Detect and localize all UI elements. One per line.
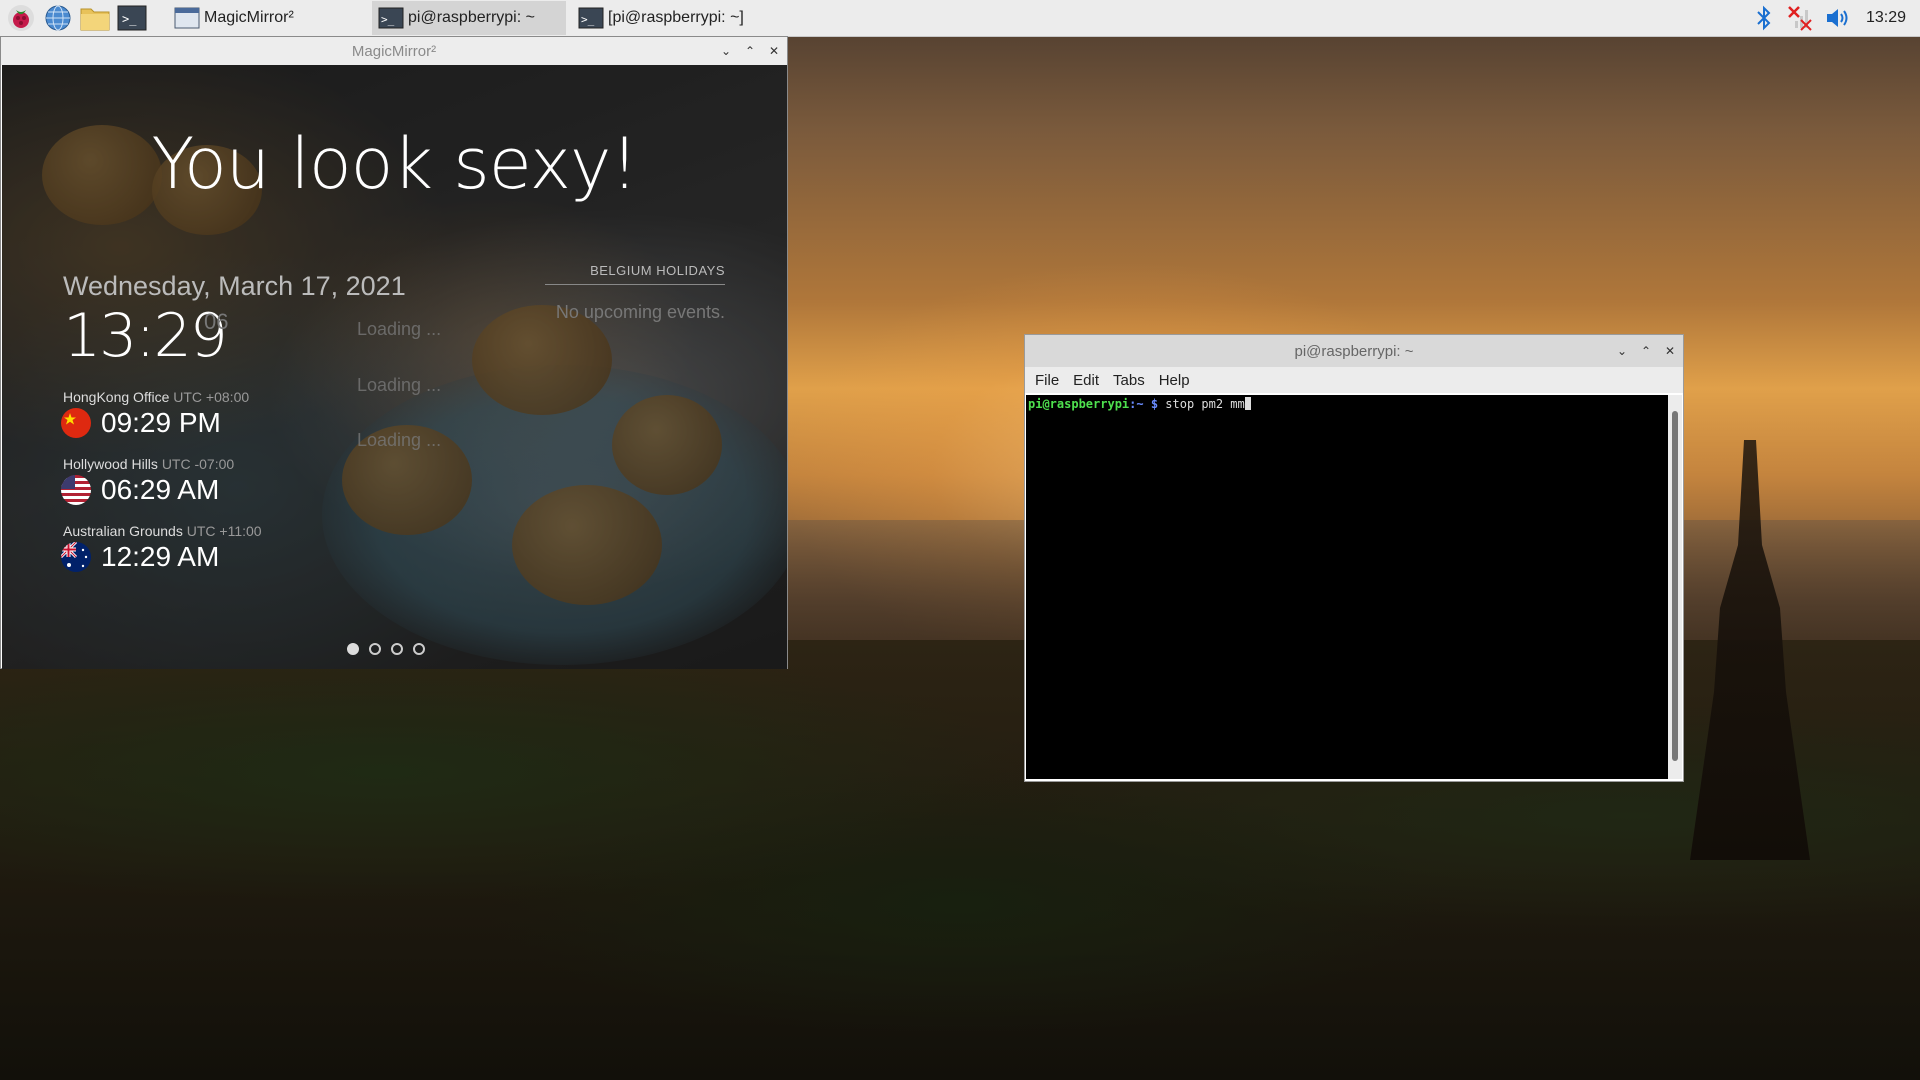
task-label: [pi@raspberrypi: ~]: [608, 9, 744, 26]
window-title: MagicMirror²: [351, 42, 437, 60]
volume-icon[interactable]: [1822, 2, 1854, 34]
world-clock-offset: UTC +11:00: [186, 523, 262, 539]
world-clock-label: Hollywood Hills UTC -07:00: [63, 456, 234, 472]
magicmirror-window: MagicMirror² ⌄ ⌃ ✕ You look sexy! Wednes…: [0, 36, 788, 669]
loading-text: Loading ...: [357, 430, 442, 450]
maximize-icon[interactable]: ⌃: [743, 44, 757, 58]
world-clock-offset: UTC -07:00: [161, 456, 235, 472]
prompt-user: pi@raspberrypi: [1028, 397, 1130, 411]
world-clock-offset: UTC +08:00: [173, 389, 250, 405]
clock-seconds: 06: [204, 309, 229, 334]
page-indicator: [347, 643, 425, 655]
world-clock-time-row: 09:29 PM: [61, 407, 221, 439]
window-title: pi@raspberrypi: ~: [1294, 342, 1414, 360]
task-label: pi@raspberrypi: ~: [408, 9, 535, 26]
task-magicmirror[interactable]: MagicMirror²: [168, 1, 362, 35]
terminal-launcher-icon[interactable]: >_: [116, 2, 148, 34]
page-dot-active[interactable]: [347, 643, 359, 655]
svg-text:>_: >_: [122, 12, 137, 26]
world-clock-name: Australian Grounds: [63, 523, 183, 539]
terminal-menubar: File Edit Tabs Help: [1025, 367, 1683, 393]
magicmirror-display: You look sexy! Wednesday, March 17, 2021…: [2, 65, 787, 669]
world-clock-label: Australian Grounds UTC +11:00: [63, 523, 262, 539]
australia-flag-icon: [61, 542, 91, 572]
bluetooth-icon[interactable]: [1748, 2, 1780, 34]
raspberry-menu-icon[interactable]: [5, 2, 37, 34]
compliment-text: You look sexy!: [151, 123, 638, 205]
window-app-icon: [174, 7, 200, 29]
terminal-window: pi@raspberrypi: ~ ⌄ ⌃ ✕ File Edit Tabs H…: [1024, 334, 1684, 782]
calendar-empty-message: No upcoming events.: [555, 302, 725, 322]
taskbar-clock[interactable]: 13:29: [1866, 9, 1906, 27]
task-terminal-2[interactable]: >_ [pi@raspberrypi: ~]: [572, 1, 766, 35]
browser-globe-icon[interactable]: [42, 2, 74, 34]
svg-text:>_: >_: [381, 13, 395, 26]
clock-date: Wednesday, March 17, 2021: [63, 271, 406, 301]
magicmirror-titlebar[interactable]: MagicMirror² ⌄ ⌃ ✕: [1, 37, 787, 65]
terminal-output[interactable]: pi@raspberrypi:~ $ stop pm2 mm: [1026, 395, 1668, 779]
close-icon[interactable]: ✕: [767, 44, 781, 58]
world-clock-time-row: 06:29 AM: [61, 474, 219, 506]
system-tray: 13:29: [1743, 0, 1920, 36]
page-dot[interactable]: [413, 643, 425, 655]
network-disconnected-icon[interactable]: [1785, 2, 1817, 34]
world-clock-label: HongKong Office UTC +08:00: [63, 389, 249, 405]
usa-flag-icon: [61, 475, 91, 505]
world-clock-name: Hollywood Hills: [63, 456, 158, 472]
world-clock-time: 12:29 AM: [101, 541, 220, 572]
page-dot[interactable]: [391, 643, 403, 655]
typed-command: stop pm2 mm: [1158, 397, 1245, 411]
clock-time: 13:29: [63, 301, 228, 371]
page-dot[interactable]: [369, 643, 381, 655]
minimize-icon[interactable]: ⌄: [1615, 344, 1629, 358]
loading-text: Loading ...: [357, 319, 442, 339]
world-clock-name: HongKong Office: [63, 389, 170, 405]
menu-tabs[interactable]: Tabs: [1113, 372, 1145, 389]
svg-text:>_: >_: [581, 13, 595, 26]
terminal-scrollbar[interactable]: [1668, 395, 1682, 779]
close-icon[interactable]: ✕: [1663, 344, 1677, 358]
text-cursor: [1244, 397, 1251, 410]
task-terminal-1[interactable]: >_ pi@raspberrypi: ~: [372, 1, 566, 35]
terminal-command-line: pi@raspberrypi:~ $ stop pm2 mm: [1026, 395, 1668, 413]
terminal-icon: >_: [378, 7, 404, 29]
taskbar: >_ MagicMirror² >_ pi@raspberrypi: ~ >_ …: [0, 0, 1920, 37]
menu-edit[interactable]: Edit: [1073, 372, 1099, 389]
task-label: MagicMirror²: [204, 9, 294, 26]
world-clock-time: 06:29 AM: [101, 474, 220, 505]
terminal-icon: >_: [578, 7, 604, 29]
prompt-path: :~ $: [1129, 397, 1159, 411]
file-manager-folder-icon[interactable]: [79, 2, 111, 34]
menu-help[interactable]: Help: [1159, 372, 1190, 389]
scrollbar-thumb[interactable]: [1672, 411, 1678, 761]
terminal-titlebar[interactable]: pi@raspberrypi: ~ ⌄ ⌃ ✕: [1025, 335, 1683, 367]
menu-file[interactable]: File: [1035, 372, 1059, 389]
china-flag-icon: [61, 408, 91, 438]
loading-text: Loading ...: [357, 375, 442, 395]
world-clock-time-row: 12:29 AM: [61, 541, 219, 573]
world-clock-time: 09:29 PM: [101, 407, 221, 438]
calendar-header: BELGIUM HOLIDAYS: [545, 263, 725, 285]
maximize-icon[interactable]: ⌃: [1639, 344, 1653, 358]
minimize-icon[interactable]: ⌄: [719, 44, 733, 58]
